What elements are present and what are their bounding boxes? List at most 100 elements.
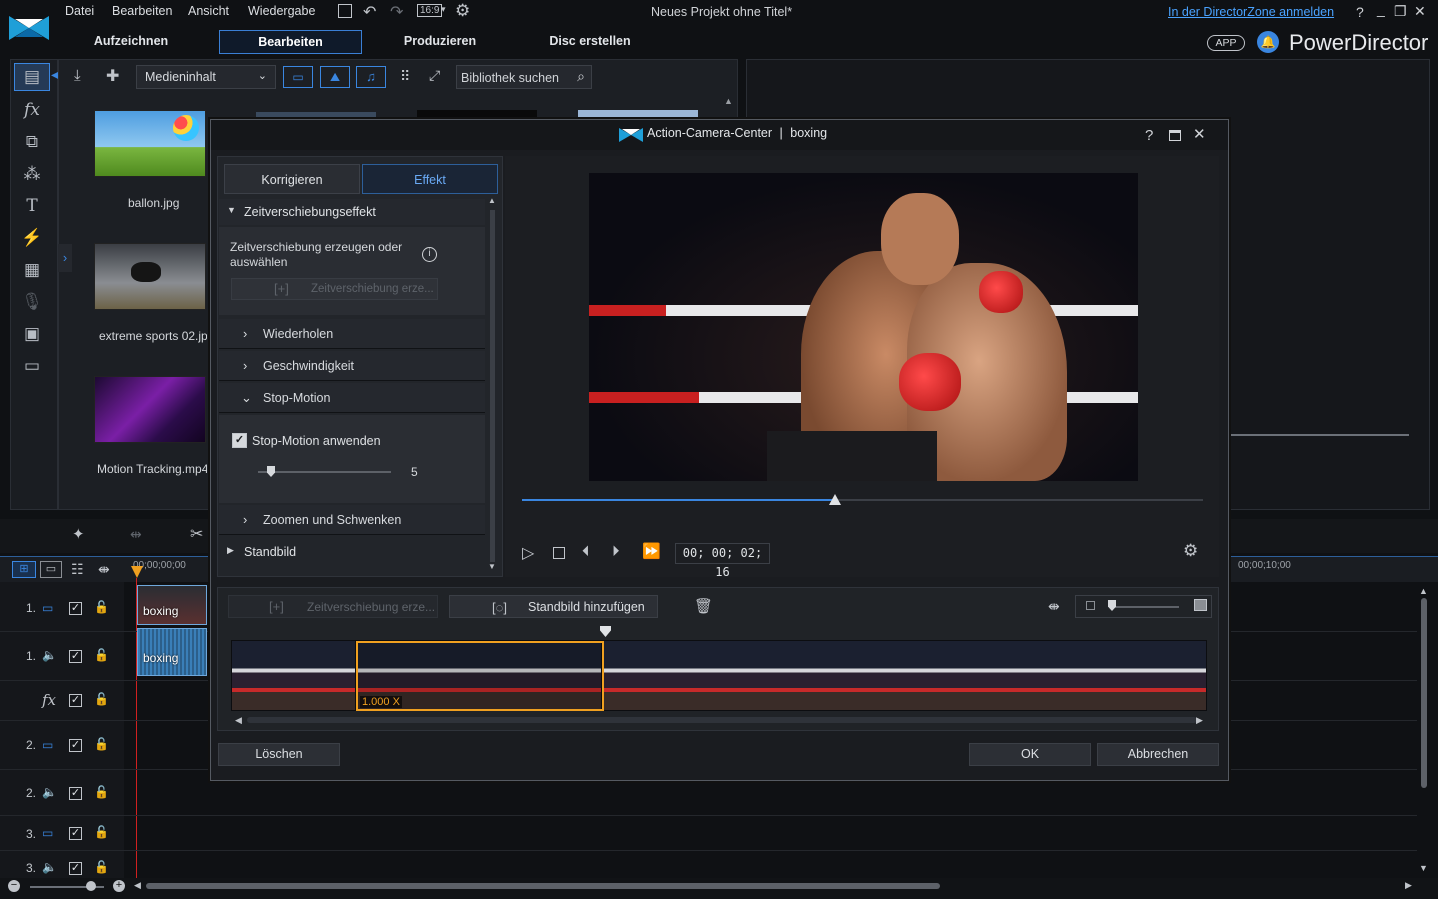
subtitle-room-icon[interactable]: ▭ — [14, 352, 50, 380]
media-thumb-extreme-sports[interactable] — [94, 243, 206, 310]
filter-image-button[interactable]: ⛰ — [320, 66, 350, 88]
pip-room-icon[interactable]: ⧉ — [14, 128, 50, 156]
filmstrip-frame[interactable] — [850, 641, 973, 710]
timeline-vertical-scrollbar[interactable]: ▲ ▼ — [1419, 586, 1429, 876]
standbild-header[interactable]: ▶ Standbild — [219, 537, 485, 567]
thumbnail-zoom-thumb[interactable] — [1108, 600, 1116, 611]
zoom-out-icon[interactable]: − — [8, 880, 20, 892]
storyboard-view-icon[interactable]: ▭ — [40, 561, 62, 578]
voice-over-room-icon[interactable]: 🎙 — [14, 288, 50, 316]
create-timeshift-bottom-button[interactable]: [+] Zeitverschiebung erze... — [228, 595, 438, 618]
lock-icon[interactable]: 🔓 — [94, 692, 109, 706]
transition-room-icon[interactable]: ⚡ — [14, 224, 50, 252]
track-enable-checkbox[interactable]: ✓ — [69, 827, 82, 840]
save-icon[interactable] — [338, 4, 352, 18]
small-thumb-icon[interactable] — [1086, 601, 1095, 610]
scroll-up-icon[interactable]: ▲ — [488, 196, 498, 205]
track-enable-checkbox[interactable]: ✓ — [69, 650, 82, 663]
lock-icon[interactable]: 🔓 — [94, 825, 109, 839]
section-header[interactable]: ▼ Zeitverschiebungseffekt — [219, 199, 485, 225]
lock-icon[interactable]: 🔓 — [94, 600, 109, 614]
previous-frame-icon[interactable]: ⏴ — [582, 543, 590, 560]
ok-button[interactable]: OK — [969, 743, 1091, 766]
media-thumb-motion-tracking[interactable] — [94, 376, 206, 443]
scroll-down-icon[interactable]: ▼ — [1419, 863, 1428, 873]
close-button[interactable]: ✕ — [1414, 3, 1426, 20]
library-scrollbar[interactable]: ▲ — [724, 96, 734, 120]
track-enable-checkbox[interactable]: ✓ — [69, 739, 82, 752]
particle-room-icon[interactable]: ⁂ — [14, 160, 50, 188]
audio-mixing-room-icon[interactable]: ▦ — [14, 256, 50, 284]
trim-icon[interactable]: ✂ — [190, 524, 203, 544]
tab-produzieren[interactable]: Produzieren — [380, 30, 500, 54]
zoom-slider-thumb[interactable] — [86, 881, 96, 891]
tab-korrigieren[interactable]: Korrigieren — [224, 164, 360, 194]
lock-icon[interactable]: 🔓 — [94, 737, 109, 751]
scroll-down-icon[interactable]: ▼ — [488, 562, 496, 571]
chevron-down-icon[interactable]: ▾ — [441, 4, 446, 15]
scroll-right-icon[interactable]: ▶ — [1405, 880, 1412, 891]
option-stop-motion[interactable]: ⌄ Stop-Motion — [219, 383, 485, 413]
cancel-button[interactable]: Abbrechen — [1097, 743, 1219, 766]
create-timeshift-button[interactable]: [+] Zeitverschiebung erze... — [231, 278, 438, 300]
restore-button[interactable]: ❐ — [1394, 3, 1407, 20]
info-icon[interactable]: i — [422, 247, 437, 262]
minimize-button[interactable]: _ — [1377, 1, 1385, 17]
stop-motion-checkbox[interactable]: ✓ — [232, 433, 247, 448]
scroll-thumb[interactable] — [490, 210, 495, 562]
video-clip-boxing[interactable]: boxing — [137, 585, 207, 625]
play-icon[interactable]: ▷ — [522, 543, 534, 563]
split-icon[interactable]: ⇹ — [130, 526, 142, 543]
menu-bearbeiten[interactable]: Bearbeiten — [112, 4, 172, 18]
thumbnail-zoom-slider[interactable] — [1109, 606, 1179, 608]
delete-button[interactable]: Löschen — [218, 743, 340, 766]
media-room-icon[interactable]: ▤ — [14, 63, 50, 91]
lock-icon[interactable]: 🔓 — [94, 785, 109, 799]
filmstrip-frame[interactable] — [232, 641, 355, 710]
fit-width-icon[interactable]: ⇼ — [1048, 598, 1060, 615]
effect-panel-scrollbar[interactable]: ▲ ▼ — [488, 196, 498, 576]
option-zoomen-schwenken[interactable]: › Zoomen und Schwenken — [219, 505, 485, 535]
tab-effekt[interactable]: Effekt — [362, 164, 498, 194]
filmstrip-frame[interactable] — [973, 641, 1096, 710]
fx-room-icon[interactable]: fx — [14, 96, 50, 124]
lock-icon[interactable]: 🔓 — [94, 860, 109, 874]
track-enable-checkbox[interactable]: ✓ — [69, 694, 82, 707]
library-search-input[interactable]: Bibliothek suchen ⌕ — [456, 65, 592, 89]
title-room-icon[interactable]: T — [14, 192, 50, 220]
aspect-ratio-dropdown[interactable]: 16:9 — [417, 4, 443, 17]
scroll-left-icon[interactable]: ◀ — [134, 880, 141, 891]
plugin-icon[interactable]: ✚ — [106, 66, 119, 86]
large-thumb-icon[interactable] — [1194, 599, 1207, 611]
track-view-icon[interactable]: ⊞ — [12, 561, 36, 578]
filmstrip-scrollbar[interactable] — [247, 717, 1197, 723]
expand-icon[interactable]: ⤢ — [429, 67, 440, 84]
app-badge[interactable]: APP — [1207, 35, 1245, 51]
filmstrip-frame[interactable] — [604, 641, 727, 710]
chapter-room-icon[interactable]: ▣ — [14, 320, 50, 348]
library-expand-arrow-icon[interactable]: › — [58, 244, 72, 272]
fit-timeline-icon[interactable]: ⇼ — [98, 561, 110, 578]
menu-ansicht[interactable]: Ansicht — [188, 4, 229, 18]
thumbnail-zoom-control[interactable] — [1075, 595, 1212, 618]
dialog-close-button[interactable]: ✕ — [1193, 125, 1206, 143]
stop-motion-slider[interactable] — [258, 471, 391, 473]
next-frame-icon[interactable]: ⏵ — [612, 543, 620, 560]
timeline-horizontal-scrollbar[interactable] — [146, 883, 940, 889]
magic-tool-icon[interactable]: ✦ — [72, 525, 85, 543]
menu-wiedergabe[interactable]: Wiedergabe — [248, 4, 315, 18]
menu-datei[interactable]: Datei — [65, 4, 94, 18]
timeshift-selection[interactable]: 1.000 X — [356, 641, 604, 711]
notification-bell-icon[interactable]: 🔔 — [1257, 31, 1279, 53]
undo-icon[interactable]: ↶ — [363, 2, 376, 22]
import-icon[interactable]: ⤓ — [74, 67, 81, 84]
filmstrip-frame[interactable] — [1096, 641, 1206, 710]
track-enable-checkbox[interactable]: ✓ — [69, 602, 82, 615]
add-still-button[interactable]: [◌] Standbild hinzufügen — [449, 595, 658, 618]
dialog-help-button[interactable]: ? — [1145, 127, 1153, 144]
option-geschwindigkeit[interactable]: › Geschwindigkeit — [219, 351, 485, 381]
track-enable-checkbox[interactable]: ✓ — [69, 862, 82, 875]
grid-view-icon[interactable]: ⠿ — [400, 68, 410, 85]
filmstrip-frame[interactable] — [727, 641, 850, 710]
option-wiederholen[interactable]: › Wiederholen — [219, 319, 485, 349]
